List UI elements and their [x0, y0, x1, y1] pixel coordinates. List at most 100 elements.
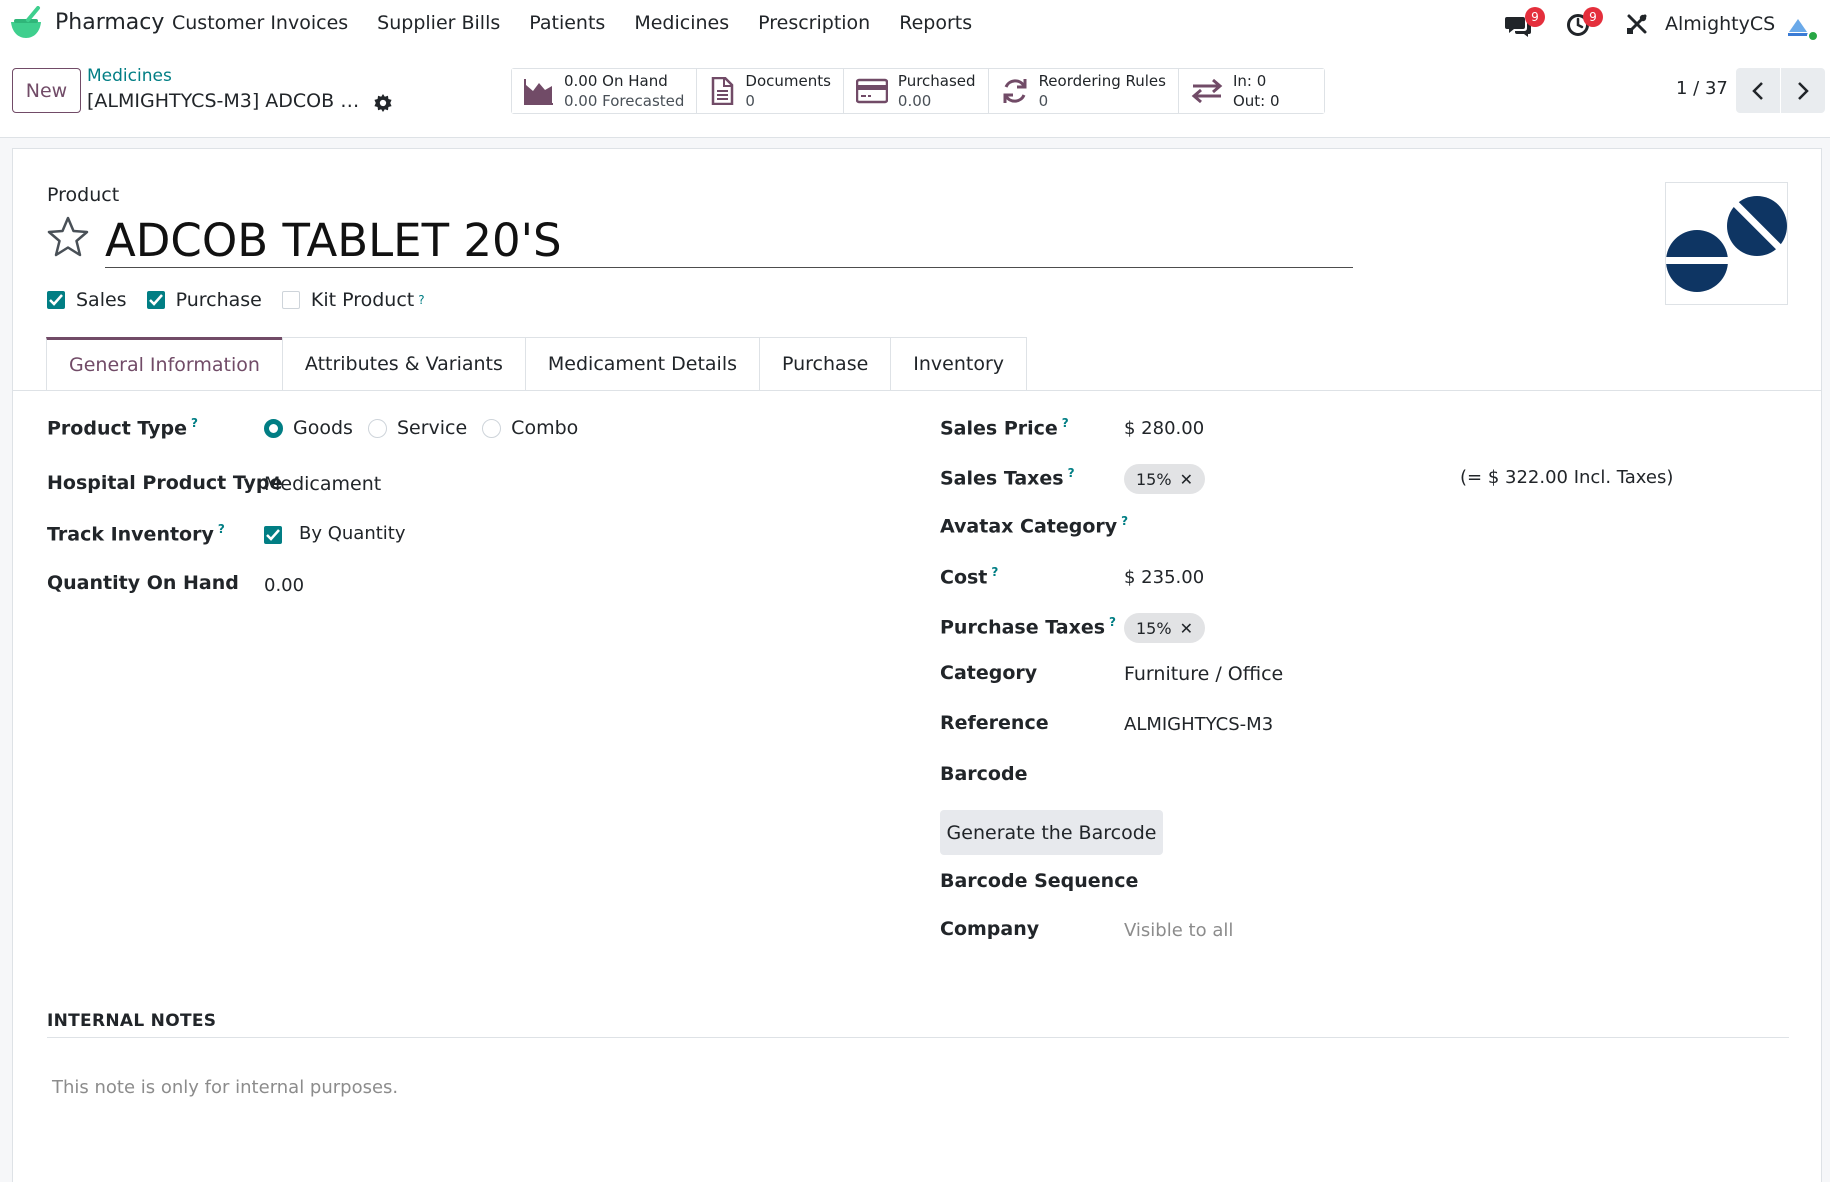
track-inventory-value: By Quantity — [299, 523, 406, 544]
on-hand-smart-button[interactable]: 0.00 On Hand 0.00 Forecasted — [512, 69, 698, 113]
avatax-category-label: Avatax Category? — [940, 514, 1129, 538]
track-inventory-label: Track Inventory? — [47, 522, 225, 546]
check-icon — [49, 294, 63, 306]
in-count: In: 0 — [1232, 72, 1267, 90]
sales-label: Sales — [76, 289, 127, 311]
product-type-combo-radio[interactable] — [482, 418, 502, 438]
out-count: Out: 0 — [1232, 92, 1280, 110]
reference-value[interactable]: ALMIGHTYCS-M3 — [1124, 714, 1273, 735]
product-type-label: Product Type? — [47, 416, 198, 440]
company-input[interactable]: Visible to all — [1124, 920, 1233, 941]
purchase-tax-tag: 15% ✕ — [1124, 613, 1205, 643]
menu-prescription[interactable]: Prescription — [758, 12, 870, 34]
product-name-input[interactable]: ADCOB TABLET 20'S — [105, 215, 1353, 268]
hospital-product-type-value[interactable]: Medicament — [264, 473, 381, 495]
internal-notes-divider — [47, 1037, 1789, 1038]
documents-label: Documents — [745, 72, 831, 90]
company-label: Company — [940, 918, 1040, 940]
product-label: Product — [47, 184, 120, 206]
product-image[interactable] — [1665, 182, 1788, 305]
incl-taxes-value: (= $ 322.00 Incl. Taxes) — [1460, 467, 1674, 488]
sales-taxes-help-icon[interactable]: ? — [1068, 466, 1075, 480]
tab-purchase[interactable]: Purchase — [759, 337, 892, 390]
control-panel: New Medicines [ALMIGHTYCS-M3] ADCOB TA..… — [0, 50, 1830, 138]
gear-icon[interactable] — [374, 94, 392, 112]
product-type-service-radio[interactable] — [367, 418, 387, 438]
pager-previous-button[interactable] — [1736, 68, 1780, 113]
check-icon — [266, 529, 280, 541]
barcode-sequence-label: Barcode Sequence — [940, 870, 1139, 892]
pharmacy-mortar-icon[interactable] — [8, 6, 44, 42]
user-name[interactable]: AlmightyCS — [1665, 13, 1775, 35]
product-type-radio-group: Goods Service Combo — [264, 417, 593, 439]
kit-product-label: Kit Product — [310, 289, 415, 311]
in-out-smart-button[interactable]: In: 0 Out: 0 — [1178, 69, 1324, 113]
product-type-goods-label: Goods — [293, 417, 353, 439]
category-value[interactable]: Furniture / Office — [1124, 663, 1283, 685]
app-name[interactable]: Pharmacy — [55, 10, 164, 35]
cost-value[interactable]: $ 235.00 — [1124, 567, 1204, 588]
tab-general-information[interactable]: General Information — [46, 337, 283, 390]
internal-notes-editor[interactable]: This note is only for internal purposes. — [52, 1077, 398, 1098]
reordering-rules-count: 0 — [1038, 92, 1049, 110]
tabs-divider — [13, 390, 1821, 391]
purchase-checkbox[interactable] — [146, 291, 165, 309]
product-type-goods-radio[interactable] — [264, 418, 283, 438]
online-status-dot — [1807, 30, 1819, 42]
chevron-right-icon — [1798, 81, 1809, 100]
reordering-rules-smart-button[interactable]: Reordering Rules 0 — [988, 69, 1179, 113]
breadcrumb-current-record: [ALMIGHTYCS-M3] ADCOB TA... — [87, 90, 367, 112]
check-icon — [148, 294, 163, 306]
remove-purchase-tax-icon[interactable]: ✕ — [1180, 619, 1193, 638]
pager-next-button[interactable] — [1781, 68, 1825, 113]
sales-checkbox[interactable] — [47, 291, 65, 309]
forecasted-value: 0.00 Forecasted — [564, 92, 685, 110]
purchased-value: 0.00 — [897, 92, 932, 110]
form-sheet: Product ADCOB TABLET 20'S Sales Purchase… — [12, 148, 1822, 1182]
menu-reports[interactable]: Reports — [899, 12, 972, 34]
main-menu: Customer Invoices Supplier Bills Patient… — [172, 12, 1001, 34]
purchase-label: Purchase — [175, 289, 262, 311]
form-tabs: General Information Attributes & Variant… — [46, 337, 1028, 390]
kit-product-checkbox[interactable] — [281, 291, 300, 309]
documents-smart-button[interactable]: Documents 0 — [697, 69, 844, 113]
favorite-star-icon[interactable] — [46, 215, 90, 259]
sales-taxes-label: Sales Taxes? — [940, 466, 1075, 490]
track-inventory-help-icon[interactable]: ? — [218, 522, 225, 536]
menu-supplier-bills[interactable]: Supplier Bills — [377, 12, 500, 34]
new-button[interactable]: New — [12, 68, 81, 113]
tab-inventory[interactable]: Inventory — [890, 337, 1028, 390]
generate-barcode-button[interactable]: Generate the Barcode — [940, 810, 1163, 855]
documents-count: 0 — [745, 92, 755, 110]
on-hand-value: 0.00 On Hand — [564, 72, 668, 90]
purchased-smart-button[interactable]: Purchased 0.00 — [843, 69, 989, 113]
pager-value[interactable]: 1 / 37 — [1676, 78, 1728, 99]
reordering-rules-label: Reordering Rules — [1038, 72, 1166, 90]
sales-tax-tag: 15% ✕ — [1124, 464, 1205, 494]
purchase-taxes-label: Purchase Taxes? — [940, 615, 1116, 639]
purchase-taxes-help-icon[interactable]: ? — [1109, 615, 1116, 629]
sales-price-help-icon[interactable]: ? — [1062, 416, 1069, 430]
menu-patients[interactable]: Patients — [529, 12, 605, 34]
track-inventory-checkbox[interactable] — [264, 526, 282, 544]
tab-attributes-variants[interactable]: Attributes & Variants — [281, 337, 526, 390]
product-type-help-icon[interactable]: ? — [191, 416, 198, 430]
sales-price-value[interactable]: $ 280.00 — [1124, 418, 1204, 439]
pill-tablets-icon — [1666, 196, 1787, 292]
sales-tax-tag-label: 15% — [1136, 469, 1172, 489]
exchange-arrows-icon — [1191, 78, 1223, 104]
cost-help-icon[interactable]: ? — [991, 565, 998, 579]
avatax-help-icon[interactable]: ? — [1121, 514, 1128, 528]
menu-medicines[interactable]: Medicines — [634, 12, 729, 34]
sales-price-label: Sales Price? — [940, 416, 1069, 440]
breadcrumb-medicines[interactable]: Medicines — [87, 66, 172, 86]
menu-customer-invoices[interactable]: Customer Invoices — [172, 12, 348, 34]
kit-product-help-icon[interactable]: ? — [418, 293, 424, 307]
activities-count-badge: 9 — [1583, 7, 1603, 27]
tab-medicament-details[interactable]: Medicament Details — [524, 337, 760, 390]
tools-icon[interactable] — [1626, 13, 1648, 35]
category-label: Category — [940, 662, 1038, 684]
quantity-on-hand-value: 0.00 — [264, 575, 305, 596]
remove-sales-tax-icon[interactable]: ✕ — [1180, 470, 1193, 489]
document-icon — [712, 77, 734, 105]
